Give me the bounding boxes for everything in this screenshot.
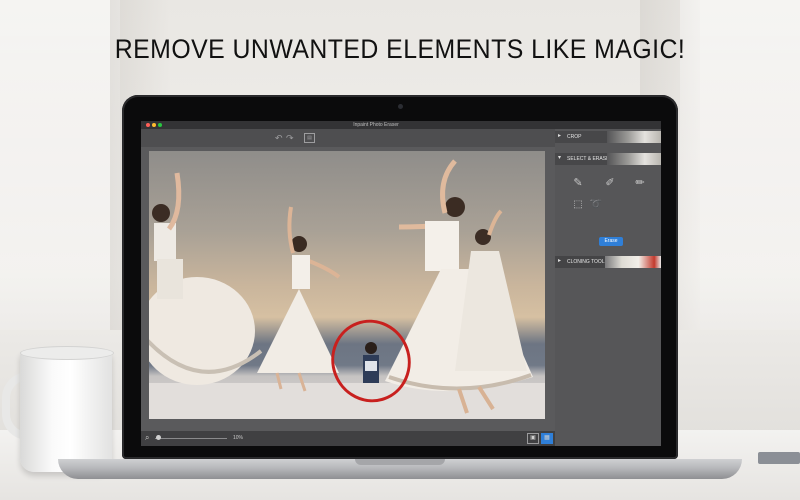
section-select-erase[interactable]: ▾ SELECT & ERASE — [555, 153, 661, 165]
toolbar: ↶ ↷ ▤ — [141, 129, 555, 147]
pencil-icon[interactable]: ✐ — [599, 173, 621, 193]
tool-row: ✎ ✐ ✏ — [555, 173, 661, 195]
status-bar: ⌕ 10% ▣ ▦ — [141, 431, 555, 446]
magnifier-icon: ⌕ — [145, 433, 150, 442]
section-thumbnail — [607, 153, 661, 165]
section-thumbnail — [605, 256, 661, 268]
image-canvas[interactable] — [141, 147, 555, 431]
marker-icon[interactable]: ✏ — [629, 173, 651, 193]
section-thumbnail — [607, 131, 661, 143]
zoom-slider[interactable] — [155, 438, 227, 439]
dancer-middle — [257, 206, 341, 392]
book-corner — [758, 452, 800, 464]
tools-panel: ▸ CROP ▾ SELECT & ERASE ✎ ✐ ✏ ⬚ ➰ Erase … — [555, 129, 661, 446]
erase-button[interactable]: Erase — [599, 237, 623, 246]
coffee-mug — [20, 350, 112, 472]
zoom-window-button[interactable] — [158, 123, 162, 127]
photo-illustration — [149, 159, 545, 419]
brush-icon[interactable]: ✎ — [567, 173, 589, 193]
dancer-right — [455, 209, 527, 371]
mug-rim — [20, 346, 114, 360]
undo-icon[interactable]: ↶ — [275, 132, 283, 144]
title-bar: Inpaint Photo Eraser — [141, 121, 661, 129]
redo-icon[interactable]: ↷ — [286, 132, 294, 144]
section-crop[interactable]: ▸ CROP — [555, 131, 661, 143]
unwanted-person — [363, 342, 379, 383]
section-label: CROP — [567, 134, 582, 140]
app-window: Inpaint Photo Eraser ↶ ↷ ▤ ⌕ 10% ▣ ▦ ▸ C… — [141, 121, 661, 446]
tool-row: ⬚ ➰ — [555, 195, 661, 217]
zoom-slider-handle[interactable] — [156, 435, 161, 440]
chevron-right-icon: ▸ — [558, 133, 562, 139]
dancer-left — [149, 172, 263, 385]
erase-label: Erase — [604, 238, 618, 244]
section-cloning-tool[interactable]: ▸ CLONING TOOL — [555, 256, 661, 268]
lasso-icon[interactable]: ➰ — [585, 195, 607, 215]
compare-icon[interactable]: ▣ — [527, 433, 539, 444]
photo-dancers — [149, 151, 545, 419]
section-label: CLONING TOOL — [567, 259, 605, 265]
laptop-notch — [355, 459, 445, 465]
minimize-window-button[interactable] — [152, 123, 156, 127]
grid-view-icon[interactable]: ▦ — [541, 433, 553, 444]
save-icon[interactable]: ▤ — [304, 133, 315, 143]
promo-headline: REMOVE UNWANTED ELEMENTS LIKE MAGIC! — [114, 34, 686, 64]
close-window-button[interactable] — [146, 123, 150, 127]
chevron-right-icon: ▸ — [558, 258, 562, 264]
section-label: SELECT & ERASE — [567, 156, 610, 162]
laptop-camera — [398, 104, 403, 109]
zoom-value: 10% — [233, 435, 244, 441]
window-title: Inpaint Photo Eraser — [353, 122, 399, 128]
chevron-down-icon: ▾ — [558, 155, 562, 161]
